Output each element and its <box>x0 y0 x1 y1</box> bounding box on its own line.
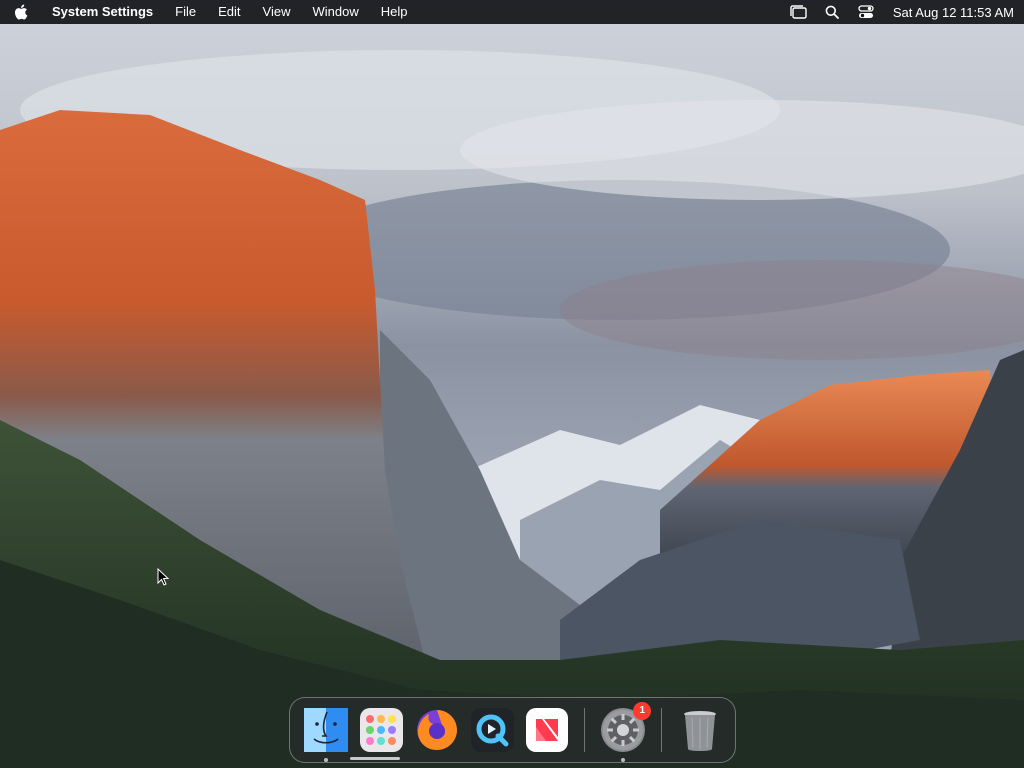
dock-item-system-settings[interactable]: 1 <box>601 702 652 762</box>
quicktime-icon <box>476 714 509 747</box>
control-center-icon[interactable] <box>857 3 875 21</box>
menu-edit[interactable]: Edit <box>207 0 251 24</box>
dock-item-finder[interactable] <box>304 708 348 762</box>
mouse-cursor-icon <box>157 567 170 591</box>
menu-view[interactable]: View <box>252 0 302 24</box>
menu-bar-right: Sat Aug 12 11:53 AM <box>781 0 1014 24</box>
firefox-icon <box>416 710 457 750</box>
dock-item-quicktime[interactable] <box>470 708 514 752</box>
notification-badge: 1 <box>633 702 652 720</box>
dock: 1 <box>289 697 736 763</box>
dock-item-news[interactable] <box>525 708 569 752</box>
search-icon[interactable] <box>823 3 841 21</box>
menu-bar: System Settings File Edit View Window He… <box>0 0 1024 24</box>
dock-item-firefox[interactable] <box>415 708 459 752</box>
menu-bar-clock[interactable]: Sat Aug 12 11:53 AM <box>893 5 1014 20</box>
dock-item-launchpad[interactable] <box>360 708 403 752</box>
menu-help[interactable]: Help <box>370 0 419 24</box>
menu-app-name[interactable]: System Settings <box>48 0 164 24</box>
menu-window[interactable]: Window <box>301 0 369 24</box>
dock-separator <box>661 708 663 752</box>
stage-manager-icon[interactable] <box>789 3 807 21</box>
launchpad-icon <box>366 715 397 745</box>
apple-menu-icon[interactable] <box>14 4 30 20</box>
news-icon <box>535 719 558 741</box>
dock-separator <box>584 708 586 752</box>
menu-file[interactable]: File <box>164 0 207 24</box>
finder-icon <box>304 708 348 752</box>
running-indicator <box>324 758 328 762</box>
trash-icon <box>683 711 716 751</box>
desktop-wallpaper <box>0 0 1024 768</box>
dock-item-trash[interactable] <box>678 708 721 752</box>
running-indicator <box>621 758 626 762</box>
dock-resize-handle[interactable] <box>350 757 400 760</box>
menu-bar-left: System Settings File Edit View Window He… <box>14 0 781 24</box>
